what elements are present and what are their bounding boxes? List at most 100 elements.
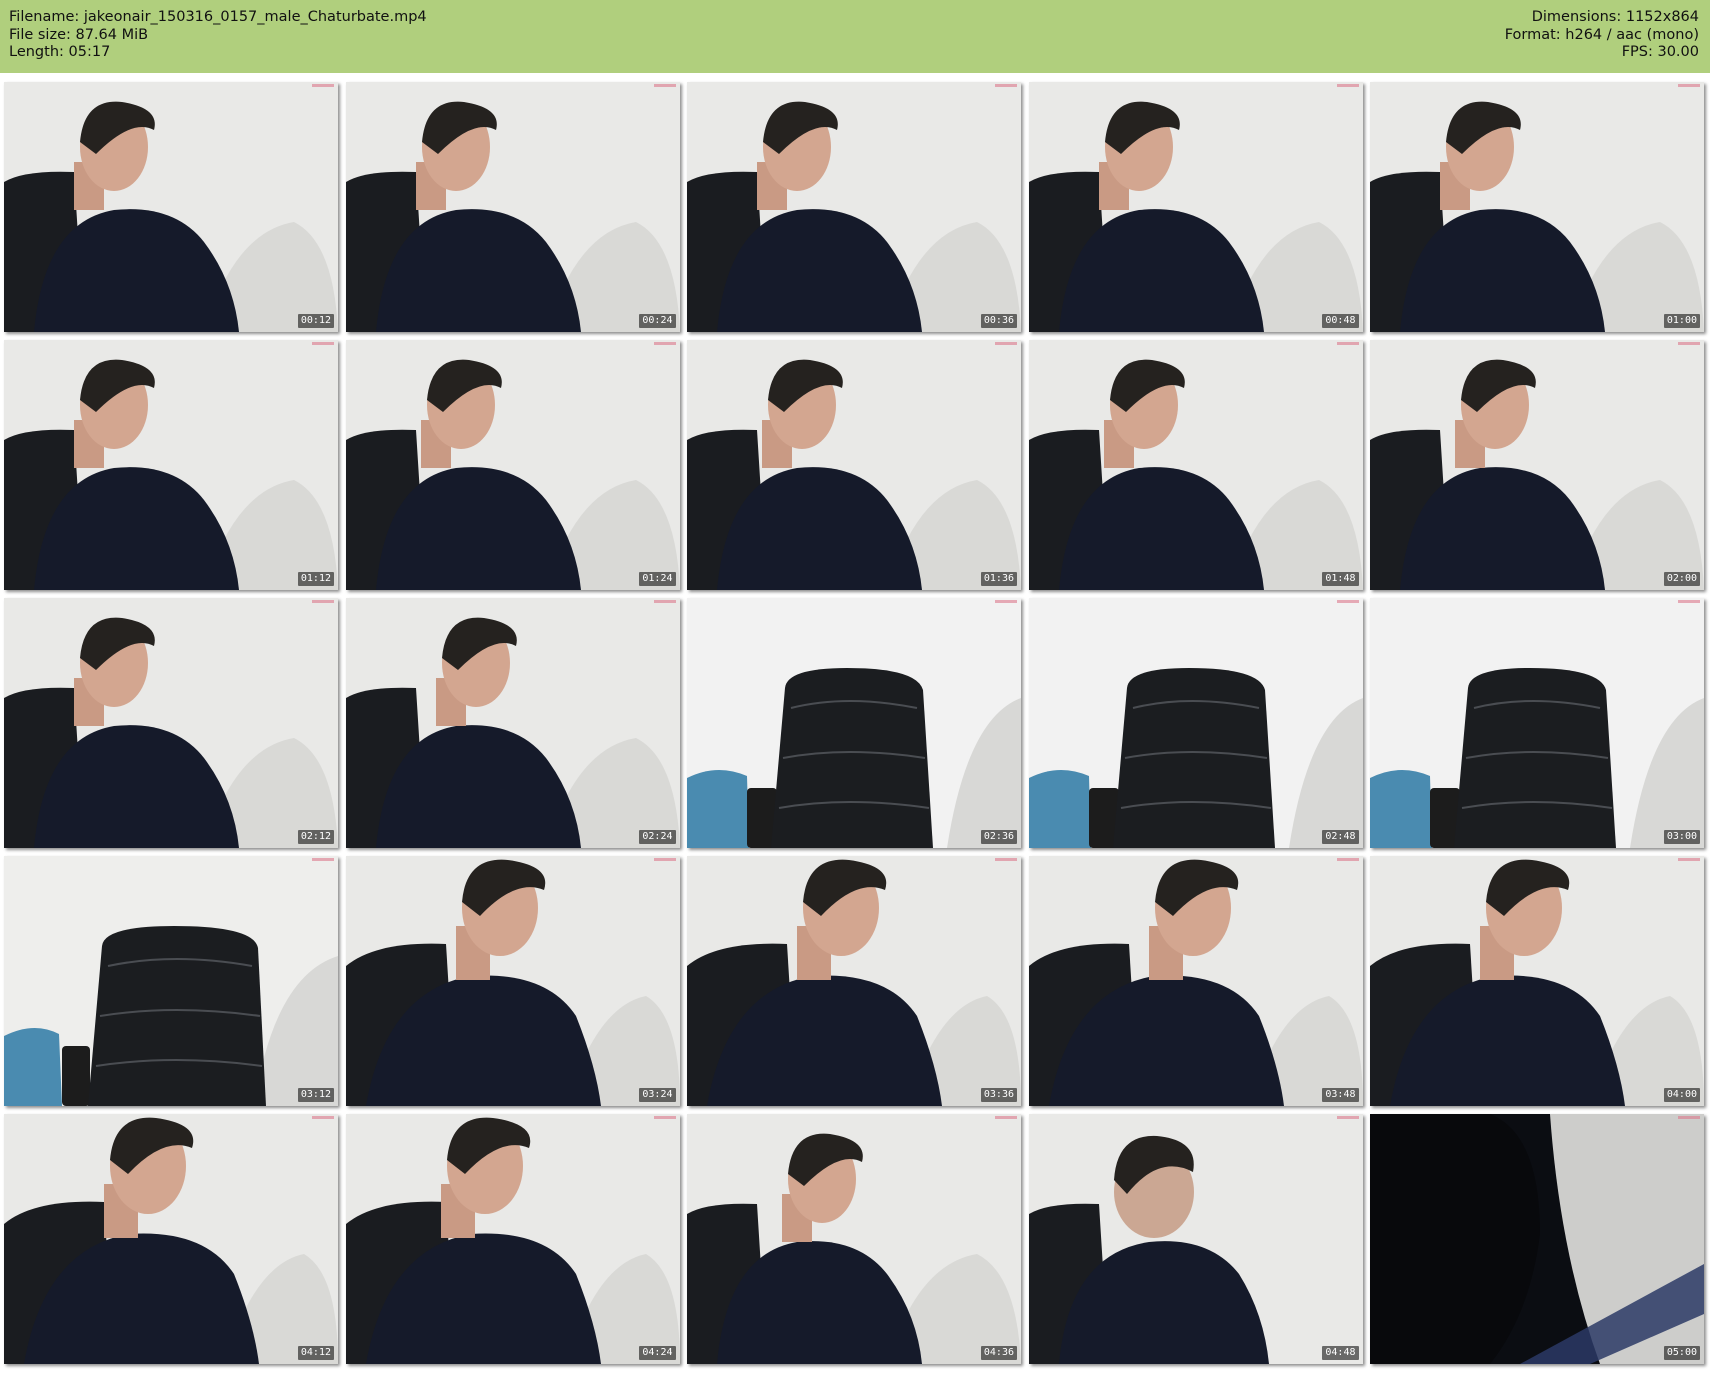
watermark xyxy=(1336,858,1359,861)
thumbnail-frame: 00:48 xyxy=(1028,82,1363,332)
frame-image xyxy=(345,340,680,590)
thumbnail-grid: 00:12 00:24 00:36 00:48 01:00 01:12 01:2… xyxy=(4,82,1704,1364)
watermark xyxy=(653,1116,676,1119)
timestamp-label: 03:24 xyxy=(639,1088,676,1102)
thumbnail-frame: 04:48 xyxy=(1028,1114,1363,1364)
thumbnail-frame: 01:00 xyxy=(1370,82,1704,332)
frame-image xyxy=(1028,598,1363,848)
thumbnail-frame: 02:36 xyxy=(687,598,1021,848)
thumbnail-frame: 02:48 xyxy=(1028,598,1363,848)
frame-image xyxy=(1028,856,1363,1106)
frame-image xyxy=(4,340,338,590)
frame-image xyxy=(1028,340,1363,590)
timestamp-label: 05:00 xyxy=(1663,1346,1700,1360)
thumbnail-frame: 02:24 xyxy=(345,598,680,848)
timestamp-label: 04:24 xyxy=(639,1346,676,1360)
timestamp-label: 01:24 xyxy=(639,572,676,586)
watermark xyxy=(1678,858,1700,861)
thumbnail-frame: 01:24 xyxy=(345,340,680,590)
watermark xyxy=(653,84,676,87)
thumbnail-frame: 01:36 xyxy=(687,340,1021,590)
info-header: Filename: jakeonair_150316_0157_male_Cha… xyxy=(0,0,1710,73)
timestamp-label: 04:12 xyxy=(297,1346,334,1360)
format-line: Format: h264 / aac (mono) xyxy=(1504,26,1699,43)
frame-image xyxy=(1370,856,1704,1106)
timestamp-label: 04:00 xyxy=(1663,1088,1700,1102)
thumbnail-frame: 04:36 xyxy=(687,1114,1021,1364)
frame-image xyxy=(687,598,1021,848)
frame-image xyxy=(345,82,680,332)
file-info: Filename: jakeonair_150316_0157_male_Cha… xyxy=(9,9,427,62)
length-line: Length: 05:17 xyxy=(9,44,111,60)
watermark xyxy=(653,342,676,345)
timestamp-label: 00:24 xyxy=(639,314,676,328)
thumbnail-frame: 01:48 xyxy=(1028,340,1363,590)
watermark xyxy=(1678,600,1700,603)
watermark xyxy=(312,342,334,345)
frame-image xyxy=(1028,1114,1363,1364)
watermark xyxy=(1336,342,1359,345)
watermark xyxy=(312,600,334,603)
frame-image xyxy=(345,598,680,848)
timestamp-label: 02:36 xyxy=(980,830,1017,844)
frame-image xyxy=(1370,82,1704,332)
frame-image xyxy=(4,1114,338,1364)
timestamp-label: 03:48 xyxy=(1322,1088,1359,1102)
frame-image xyxy=(687,1114,1021,1364)
timestamp-label: 00:48 xyxy=(1322,314,1359,328)
frame-image xyxy=(1370,598,1704,848)
video-info: Dimensions: 1152x864 Format: h264 / aac … xyxy=(1505,9,1699,62)
frame-image xyxy=(1028,82,1363,332)
thumbnail-frame: 05:00 xyxy=(1370,1114,1704,1364)
watermark xyxy=(653,600,676,603)
timestamp-label: 01:12 xyxy=(297,572,334,586)
thumbnail-frame: 00:24 xyxy=(345,82,680,332)
thumbnail-frame: 03:36 xyxy=(687,856,1021,1106)
thumbnail-frame: 04:00 xyxy=(1370,856,1704,1106)
filesize-line: File size: 87.64 MiB xyxy=(9,26,149,43)
frame-image xyxy=(1370,1114,1704,1364)
timestamp-label: 01:48 xyxy=(1322,572,1359,586)
fps-line: FPS: 30.00 xyxy=(1621,44,1699,60)
thumbnail-frame: 03:48 xyxy=(1028,856,1363,1106)
watermark xyxy=(1678,1116,1700,1119)
filename-line: Filename: jakeonair_150316_0157_male_Cha… xyxy=(9,9,427,25)
watermark xyxy=(653,858,676,861)
thumbnail-frame: 03:24 xyxy=(345,856,680,1106)
frame-image xyxy=(687,856,1021,1106)
frame-image xyxy=(4,82,338,332)
thumbnail-frame: 02:00 xyxy=(1370,340,1704,590)
watermark xyxy=(312,84,334,87)
watermark xyxy=(995,84,1017,87)
timestamp-label: 02:00 xyxy=(1663,572,1700,586)
frame-image xyxy=(1370,340,1704,590)
watermark xyxy=(1678,342,1700,345)
watermark xyxy=(995,342,1017,345)
watermark xyxy=(995,858,1017,861)
timestamp-label: 01:00 xyxy=(1663,314,1700,328)
thumbnail-frame: 04:12 xyxy=(4,1114,338,1364)
watermark xyxy=(1336,600,1359,603)
watermark xyxy=(995,1116,1017,1119)
thumbnail-frame: 03:12 xyxy=(4,856,338,1106)
frame-image xyxy=(4,856,338,1106)
dimensions-line: Dimensions: 1152x864 xyxy=(1531,9,1699,25)
thumbnail-frame: 00:36 xyxy=(687,82,1021,332)
timestamp-label: 04:48 xyxy=(1322,1346,1359,1360)
watermark xyxy=(312,858,334,861)
watermark xyxy=(995,600,1017,603)
timestamp-label: 03:36 xyxy=(980,1088,1017,1102)
thumbnail-frame: 01:12 xyxy=(4,340,338,590)
thumbnail-frame: 04:24 xyxy=(345,1114,680,1364)
timestamp-label: 02:24 xyxy=(639,830,676,844)
watermark xyxy=(1678,84,1700,87)
thumbnail-frame: 03:00 xyxy=(1370,598,1704,848)
watermark xyxy=(1336,1116,1359,1119)
frame-image xyxy=(345,1114,680,1364)
timestamp-label: 04:36 xyxy=(980,1346,1017,1360)
thumbnail-frame: 02:12 xyxy=(4,598,338,848)
watermark xyxy=(312,1116,334,1119)
watermark xyxy=(1336,84,1359,87)
frame-image xyxy=(687,82,1021,332)
timestamp-label: 01:36 xyxy=(980,572,1017,586)
